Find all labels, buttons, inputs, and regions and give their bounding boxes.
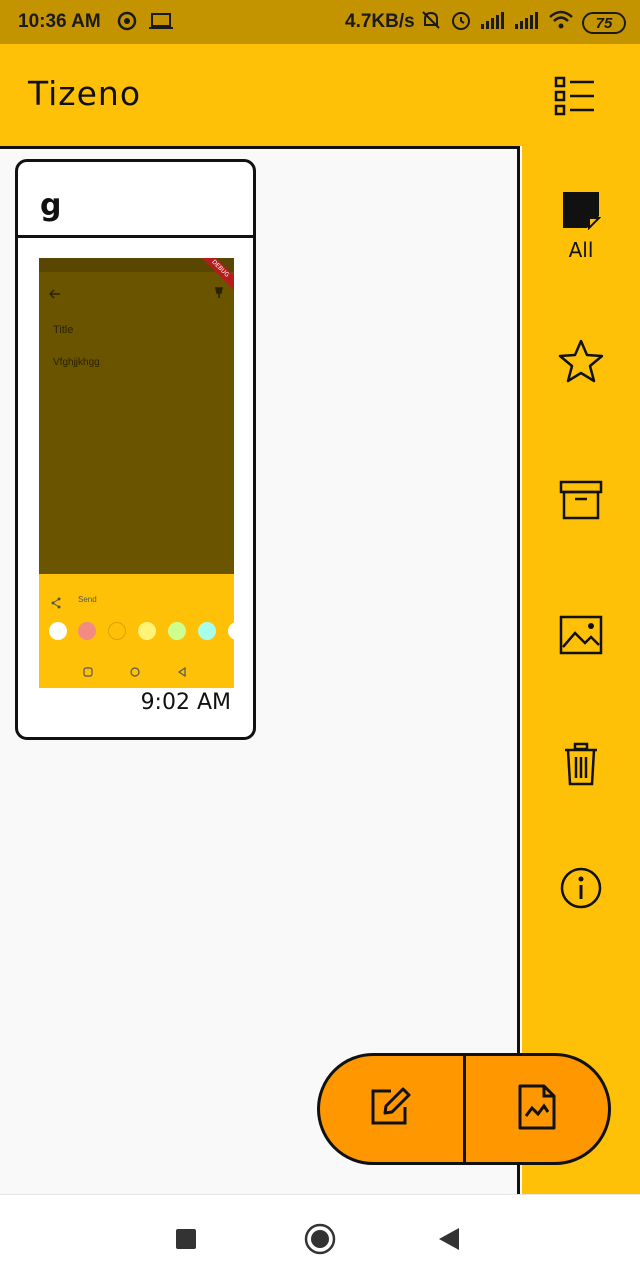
note-icon (561, 190, 602, 234)
thumb-back-icon (48, 284, 61, 303)
new-text-note-button[interactable] (320, 1056, 463, 1162)
thumb-share-icon (50, 594, 62, 613)
swatch-red (78, 622, 96, 640)
image-icon (559, 615, 603, 659)
home-button[interactable] (304, 1223, 336, 1259)
thumb-nav-icons (83, 663, 193, 682)
rail-item-info[interactable] (522, 866, 640, 914)
list-view-icon[interactable] (552, 74, 598, 118)
image-note-icon (518, 1084, 556, 1134)
thumb-send-label: Send (78, 595, 97, 604)
thumb-title: Title (53, 324, 74, 336)
wifi-icon (548, 9, 574, 37)
side-rail: All (522, 146, 640, 1194)
note-image-thumbnail: DEBUG Title Vfghjjkhgg Send (39, 258, 234, 688)
note-divider (18, 235, 253, 238)
recents-button[interactable] (176, 1229, 196, 1253)
rail-item-archive[interactable] (522, 480, 640, 524)
note-card[interactable]: g DEBUG Title Vfghjjkhgg Send 9:02 AM (15, 159, 256, 740)
mute-bell-icon (420, 9, 442, 37)
swatch-partial (228, 622, 234, 640)
swatch-light-yellow (138, 622, 156, 640)
rail-item-trash[interactable] (522, 742, 640, 790)
rail-item-label: All (568, 238, 594, 262)
star-icon (557, 338, 605, 388)
note-time: 9:02 AM (140, 690, 231, 715)
battery-indicator: 75 (582, 12, 626, 34)
thumb-body: Vfghjjkhgg (53, 357, 100, 368)
thumb-pin-icon (215, 284, 223, 303)
swatch-yellow-selected (108, 622, 126, 640)
network-speed: 4.7KB/s (345, 11, 415, 32)
note-title: g (40, 188, 62, 223)
status-time: 10:36 AM (18, 11, 101, 32)
new-image-note-button[interactable] (466, 1056, 609, 1162)
data-saver-icon (116, 10, 138, 38)
swatch-white (49, 622, 67, 640)
alarm-icon (450, 9, 472, 37)
system-nav-bar (0, 1194, 640, 1280)
rail-item-all[interactable]: All (522, 190, 640, 262)
archive-icon (559, 480, 603, 524)
app-bar: Tizeno (0, 44, 640, 146)
rail-item-favorites[interactable] (522, 338, 640, 388)
signal-icon-2 (514, 10, 540, 36)
swatch-green (168, 622, 186, 640)
rail-item-images[interactable] (522, 615, 640, 659)
status-bar: 10:36 AM 4.7KB/s 75 (0, 0, 640, 44)
fab-group (317, 1053, 611, 1165)
laptop-icon (148, 10, 174, 38)
info-icon (559, 866, 603, 914)
edit-note-icon (369, 1085, 413, 1133)
back-button[interactable] (438, 1227, 460, 1255)
trash-icon (564, 742, 598, 790)
signal-icon (480, 10, 506, 36)
swatch-teal (198, 622, 216, 640)
app-title: Tizeno (28, 74, 142, 113)
